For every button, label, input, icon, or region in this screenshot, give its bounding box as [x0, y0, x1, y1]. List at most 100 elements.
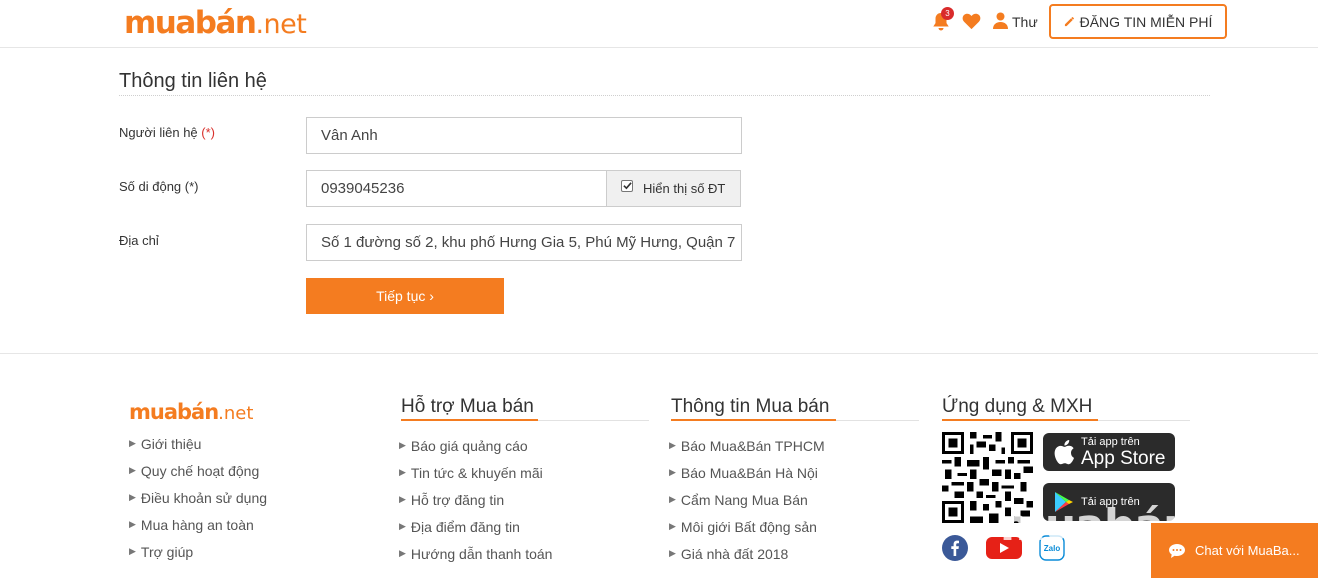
contact-name-input[interactable]: Vân Anh: [306, 117, 742, 154]
footer-link[interactable]: ▶ Báo giá quảng cáo: [399, 432, 552, 459]
footer-link[interactable]: ▶ Báo Mua&Bán Hà Nội: [669, 459, 825, 486]
zalo-icon[interactable]: Zalo: [1039, 535, 1065, 561]
show-phone-checkbox[interactable]: [621, 179, 633, 192]
caret-right-icon: ▶: [129, 438, 136, 448]
footer-link-label: Giới thiệu: [140, 435, 202, 452]
info-title-underline: [671, 419, 919, 421]
underline-accent: [401, 419, 538, 421]
address-input[interactable]: Số 1 đường số 2, khu phố Hưng Gia 5, Phú…: [306, 224, 742, 261]
logo-tld-text: .net: [255, 9, 307, 40]
caret-right-icon: ▶: [669, 440, 676, 450]
show-phone-label: Hiển thị số ĐT: [643, 181, 726, 196]
zalo-text: Zalo: [1044, 544, 1061, 553]
support-title-underline: [401, 419, 649, 421]
footer-link[interactable]: ▶ Điều khoản sử dụng: [129, 484, 267, 511]
footer-link[interactable]: ▶ Giá nhà đất 2018: [669, 540, 825, 567]
footer-link-label: Môi giới Bất động sản: [680, 518, 817, 535]
heart-icon[interactable]: [962, 12, 981, 30]
apps-column-title: Ứng dụng & MXH: [942, 396, 1093, 417]
caret-right-icon: ▶: [669, 494, 676, 504]
phone-input[interactable]: 0939045236: [306, 170, 607, 207]
footer-link[interactable]: ▶ Cẩm Nang Mua Bán: [669, 486, 825, 513]
footer-link[interactable]: ▶ Trợ giúp: [129, 538, 267, 565]
footer-logo-tld: .net: [218, 403, 254, 424]
google-play-button[interactable]: Tải app trên: [1043, 483, 1175, 521]
footer-link[interactable]: ▶ Báo Mua&Bán TPHCM: [669, 432, 825, 459]
caret-right-icon: ▶: [669, 548, 676, 558]
info-links: ▶ Báo Mua&Bán TPHCM ▶ Báo Mua&Bán Hà Nội ▶…: [669, 432, 825, 567]
caret-right-icon: ▶: [129, 465, 136, 475]
contact-name-label-text: Người liên hệ: [119, 125, 198, 140]
footer-link-label: Báo Mua&Bán Hà Nội: [680, 464, 818, 481]
caret-right-icon: ▶: [129, 492, 136, 502]
pencil-icon: [1064, 17, 1074, 27]
contact-name-label: Người liên hệ (*): [119, 125, 215, 140]
apple-icon: [1051, 439, 1077, 465]
support-column-title: Hỗ trợ Mua bán: [401, 396, 534, 417]
post-free-listing-button[interactable]: ĐĂNG TIN MIỄN PHÍ: [1049, 4, 1227, 39]
caret-right-icon: ▶: [129, 546, 136, 556]
section-title: Thông tin liên hệ: [119, 70, 267, 92]
footer-link[interactable]: ▶ Giới thiệu: [129, 430, 267, 457]
footer-link-label: Giá nhà đất 2018: [680, 545, 789, 562]
phone-required-marker: (*): [184, 179, 199, 194]
footer-link-label: Báo giá quảng cáo: [410, 437, 528, 454]
apps-title-underline: [942, 419, 1190, 421]
footer-link-label: Hướng dẫn thanh toán: [410, 545, 553, 562]
footer-link-label: Địa điểm đăng tin: [410, 518, 520, 535]
required-marker: (*): [201, 125, 215, 140]
notification-badge: 3: [941, 7, 954, 20]
post-button-label: ĐĂNG TIN MIỄN PHÍ: [1079, 13, 1213, 30]
footer-link-label: Trợ giúp: [140, 543, 194, 560]
footer-link[interactable]: ▶ Địa điểm đăng tin: [399, 513, 552, 540]
logo-main-text: muabán: [124, 5, 257, 41]
underline-accent: [942, 419, 1098, 421]
google-play-icon: [1051, 491, 1077, 513]
caret-right-icon: ▶: [129, 519, 136, 529]
info-column-title: Thông tin Mua bán: [671, 396, 830, 417]
footer-link-label: Báo Mua&Bán TPHCM: [680, 437, 825, 454]
app-store-button[interactable]: Tải app trên App Store: [1043, 433, 1175, 471]
footer-link[interactable]: ▶ Môi giới Bất động sản: [669, 513, 825, 540]
footer-logo-main: muabán: [129, 400, 219, 424]
footer-link-label: Mua hàng an toàn: [140, 516, 254, 533]
footer-link[interactable]: ▶ Hỗ trợ đăng tin: [399, 486, 552, 513]
user-name[interactable]: Thư: [1012, 14, 1038, 30]
top-header: muabán .net 3 Thư ĐĂNG TIN MIỄN PHÍ: [0, 0, 1318, 48]
caret-right-icon: ▶: [669, 521, 676, 531]
footer-link[interactable]: ▶ Tin tức & khuyến mãi: [399, 459, 552, 486]
address-label: Địa chỉ: [119, 233, 159, 248]
footer-link[interactable]: ▶ Hướng dẫn thanh toán: [399, 540, 552, 567]
chat-icon: [1169, 543, 1185, 558]
footer-link[interactable]: ▶ Mua hàng an toàn: [129, 511, 267, 538]
app-store-large-label: App Store: [1081, 447, 1166, 469]
footer-link-label: Tin tức & khuyến mãi: [410, 464, 543, 481]
play-store-small-label: Tải app trên: [1081, 495, 1140, 508]
facebook-icon[interactable]: [942, 535, 968, 561]
chat-label: Chat với MuaBa...: [1195, 543, 1300, 558]
chat-widget-button[interactable]: Chat với MuaBa...: [1151, 523, 1318, 578]
footer-link-label: Hỗ trợ đăng tin: [410, 491, 505, 508]
show-phone-toggle[interactable]: Hiển thị số ĐT: [606, 170, 741, 207]
youtube-icon[interactable]: [985, 535, 1023, 561]
footer-link-label: Điều khoản sử dụng: [140, 489, 268, 506]
continue-button[interactable]: Tiếp tục ›: [306, 278, 504, 314]
caret-right-icon: ▶: [399, 548, 406, 558]
caret-right-icon: ▶: [399, 467, 406, 477]
footer-link[interactable]: ▶ Quy chế hoạt động: [129, 457, 267, 484]
app-store-small-label: Tải app trên: [1081, 435, 1140, 448]
about-links: ▶ Giới thiệu ▶ Quy chế hoạt động ▶ Điều kho…: [129, 430, 267, 565]
qr-code-icon: [942, 432, 1033, 523]
caret-right-icon: ▶: [399, 440, 406, 450]
support-links: ▶ Báo giá quảng cáo ▶ Tin tức & khuyến mãi…: [399, 432, 552, 567]
phone-label-text: Số di động: [119, 179, 182, 194]
phone-label: Số di động (*): [119, 179, 199, 194]
caret-right-icon: ▶: [399, 494, 406, 504]
site-logo[interactable]: muabán .net: [124, 5, 307, 41]
footer-logo[interactable]: muabán .net: [129, 400, 253, 424]
user-icon[interactable]: [993, 12, 1008, 29]
caret-right-icon: ▶: [399, 521, 406, 531]
footer-divider: [0, 353, 1318, 354]
underline-accent: [671, 419, 836, 421]
footer-link-label: Cẩm Nang Mua Bán: [680, 491, 808, 508]
